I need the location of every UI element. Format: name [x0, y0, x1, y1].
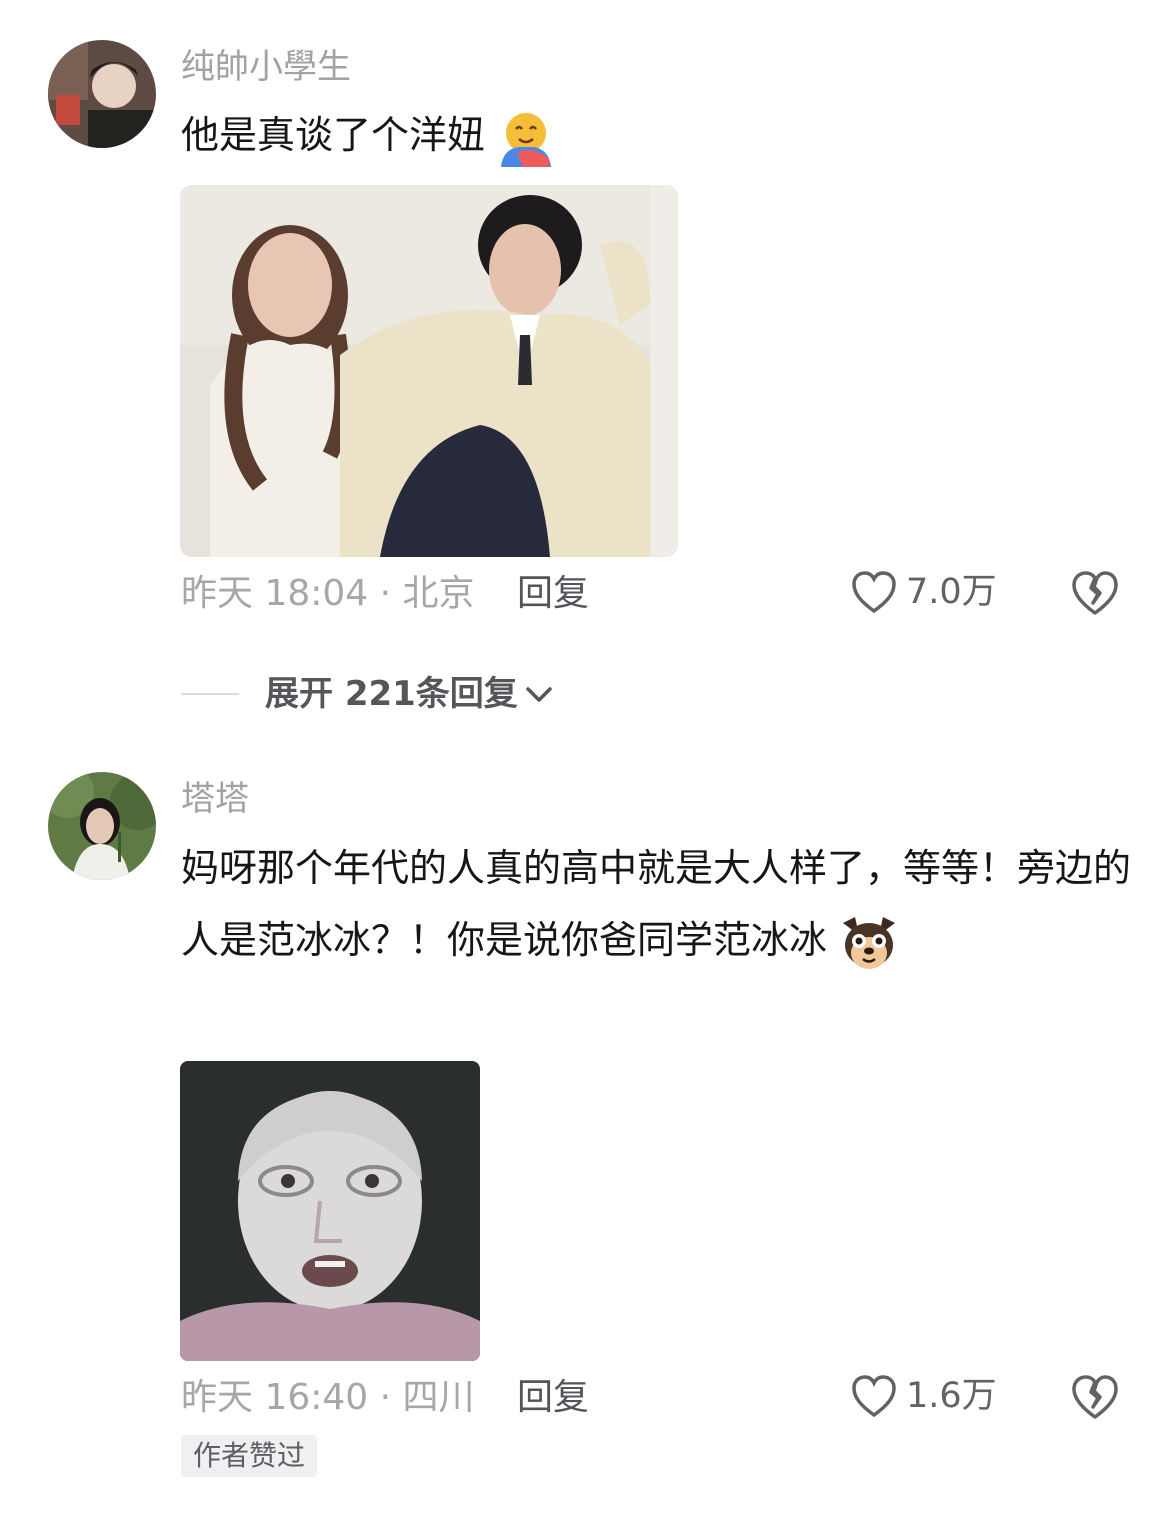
- comment-text: 妈呀那个年代的人真的高中就是大人样了，等等！旁边的人是范冰冰？！你是说你爸同学范…: [181, 846, 1132, 962]
- heart-outline-icon: [852, 1375, 896, 1418]
- reply-button[interactable]: 回复: [517, 1376, 589, 1420]
- broken-heart-icon: [1072, 1375, 1118, 1419]
- avatar[interactable]: [48, 772, 156, 880]
- comment-text-block: 妈呀那个年代的人真的高中就是大人样了，等等！旁边的人是范冰冰？！你是说你爸同学范…: [181, 832, 1131, 976]
- expand-replies-button[interactable]: 展开 221条回复: [181, 672, 556, 716]
- comment-photo[interactable]: [180, 1061, 480, 1361]
- like-button[interactable]: 1.6万: [850, 1373, 997, 1419]
- expand-replies-label: 展开 221条回复: [265, 674, 518, 714]
- heart-outline-icon: [852, 571, 896, 614]
- author-liked-badge: 作者赞过: [181, 1435, 318, 1477]
- username[interactable]: 塔塔: [181, 777, 249, 821]
- hug-emoji-icon: [501, 112, 552, 167]
- like-count: 1.6万: [906, 1376, 997, 1416]
- dislike-button[interactable]: [1070, 569, 1120, 619]
- divider-line: [181, 693, 239, 695]
- reply-button[interactable]: 回复: [517, 572, 589, 616]
- dog-emoji-icon: [843, 916, 896, 969]
- username[interactable]: 纯帥小學生: [181, 45, 351, 89]
- comment-text: 他是真谈了个洋妞: [181, 113, 486, 157]
- comment-photo[interactable]: [180, 185, 678, 557]
- comment-time-location: 昨天 18:04 · 北京: [181, 573, 475, 614]
- avatar[interactable]: [48, 40, 156, 148]
- like-count: 7.0万: [906, 572, 997, 612]
- dislike-button[interactable]: [1070, 1373, 1120, 1423]
- like-button[interactable]: 7.0万: [850, 569, 997, 615]
- broken-heart-icon: [1072, 571, 1118, 615]
- chevron-down-icon: [526, 687, 552, 702]
- comment-time-location: 昨天 16:40 · 四川: [181, 1377, 475, 1418]
- comment-text-line: 他是真谈了个洋妞: [181, 99, 1131, 171]
